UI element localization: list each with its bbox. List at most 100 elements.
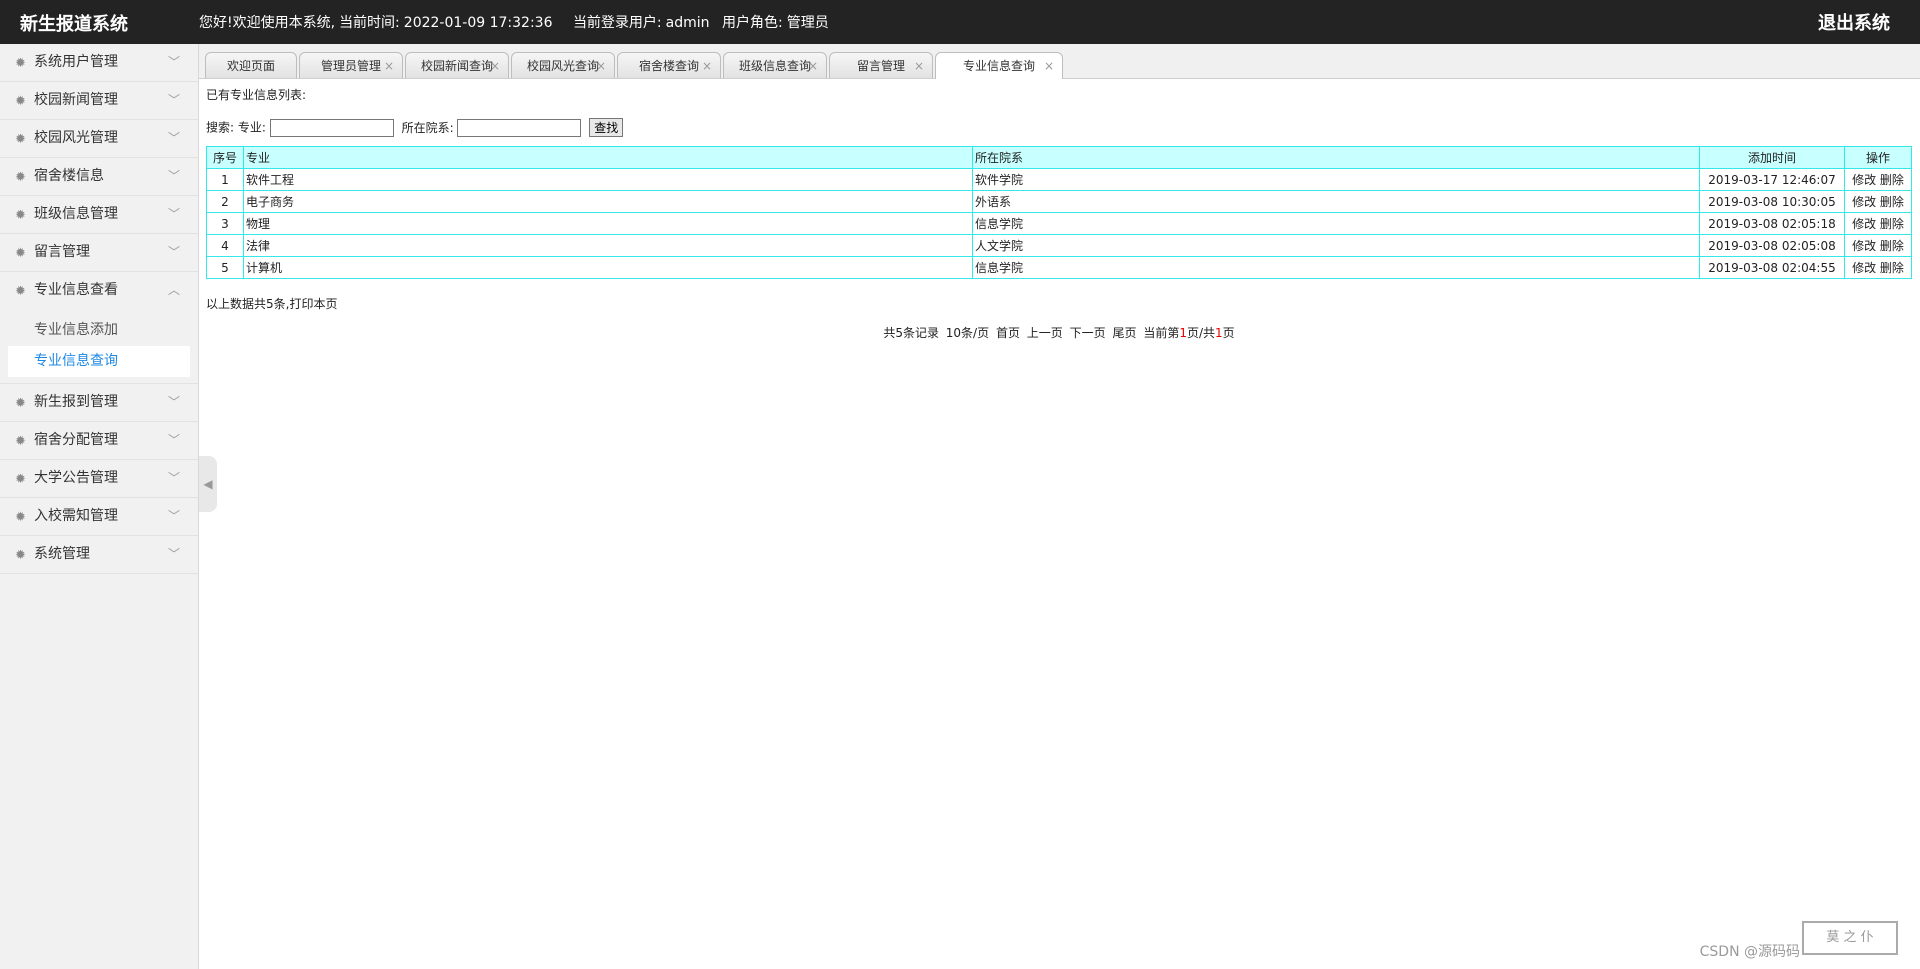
- greeting-text: 您好!欢迎使用本系统,: [199, 15, 336, 31]
- gear-icon: ✹: [15, 396, 26, 411]
- tab-major-query[interactable]: 专业信息查询 ×: [935, 52, 1063, 79]
- dept-label: 所在院系:: [401, 120, 454, 135]
- gear-icon: ✹: [15, 56, 26, 71]
- sidebar-item-label: 留言管理: [34, 244, 90, 260]
- gear-icon: ✹: [15, 284, 26, 299]
- first-page-link[interactable]: 首页: [996, 326, 1020, 340]
- sidebar-item-label: 系统管理: [34, 546, 90, 562]
- tab-label: 留言管理: [856, 59, 905, 73]
- sidebar-collapse-handle[interactable]: ◀: [199, 456, 217, 512]
- last-page-link[interactable]: 尾页: [1112, 326, 1136, 340]
- user-label: 当前登录用户:: [572, 15, 662, 31]
- csdn-watermark: CSDN @源码码: [1699, 944, 1800, 960]
- sidebar-item-class-info[interactable]: ✹ 班级信息管理 ﹀: [0, 196, 198, 234]
- close-icon[interactable]: ×: [808, 53, 818, 79]
- sidebar-item-label: 校园新闻管理: [34, 92, 118, 108]
- close-icon[interactable]: ×: [914, 53, 924, 79]
- search-button[interactable]: 查找: [589, 118, 624, 137]
- tab-label: 班级信息查询: [738, 59, 811, 73]
- delete-link[interactable]: 删除: [1880, 195, 1904, 209]
- tab-bar: 欢迎页面 管理员管理 × 校园新闻查询 × 校园风光查询 × 宿舍楼查询 × 班级信息查…: [199, 44, 1920, 79]
- edit-link[interactable]: 修改: [1852, 261, 1876, 275]
- sidebar-item-messages[interactable]: ✹ 留言管理 ﹀: [0, 234, 198, 272]
- tab-class-query[interactable]: 班级信息查询 ×: [723, 52, 827, 78]
- cell-dept: 软件学院: [972, 168, 1700, 191]
- tab-message-management[interactable]: 留言管理 ×: [829, 52, 933, 78]
- delete-link[interactable]: 删除: [1880, 173, 1904, 187]
- cell-no: 3: [206, 212, 244, 235]
- current-page: 1: [1179, 326, 1187, 340]
- gear-icon: ✹: [15, 510, 26, 525]
- user-value: admin: [665, 15, 710, 31]
- sidebar-item-major-info[interactable]: ✹ 专业信息查看 ︿: [0, 272, 198, 309]
- tab-admin-management[interactable]: 管理员管理 ×: [299, 52, 403, 78]
- per-page: 10条/页: [945, 326, 990, 340]
- prev-page-link[interactable]: 上一页: [1027, 326, 1063, 340]
- chevron-down-icon: ﹀: [167, 169, 180, 183]
- delete-link[interactable]: 删除: [1880, 217, 1904, 231]
- sidebar-item-dorm-assignment[interactable]: ✹ 宿舍分配管理 ﹀: [0, 422, 198, 460]
- sidebar-item-label: 系统用户管理: [34, 54, 118, 70]
- logout-button[interactable]: 退出系统: [1818, 9, 1890, 35]
- cell-major: 软件工程: [243, 168, 973, 191]
- edit-link[interactable]: 修改: [1852, 217, 1876, 231]
- sidebar-item-system-admin[interactable]: ✹ 系统管理 ﹀: [0, 536, 198, 574]
- tab-dorm-query[interactable]: 宿舍楼查询 ×: [617, 52, 721, 78]
- close-icon[interactable]: ×: [384, 53, 394, 79]
- major-label: 专业:: [237, 120, 266, 135]
- major-search-input[interactable]: [269, 118, 394, 137]
- sidebar-item-dorm-building[interactable]: ✹ 宿舍楼信息 ﹀: [0, 158, 198, 196]
- edit-link[interactable]: 修改: [1852, 173, 1876, 187]
- cell-no: 1: [206, 168, 244, 191]
- cell-operation: 修改 删除: [1844, 212, 1912, 235]
- sidebar-subitem-add-major[interactable]: 专业信息添加: [8, 315, 190, 346]
- chevron-down-icon: ﹀: [167, 547, 180, 561]
- dept-search-input[interactable]: [457, 118, 582, 137]
- sidebar-item-campus-news[interactable]: ✹ 校园新闻管理 ﹀: [0, 82, 198, 120]
- gear-icon: ✹: [15, 132, 26, 147]
- table-header-row: 序号 专业 所在院系 添加时间 操作: [206, 146, 1912, 169]
- close-icon[interactable]: ×: [1044, 53, 1054, 79]
- search-prefix: 搜索:: [206, 120, 235, 135]
- cell-dept: 外语系: [972, 190, 1700, 213]
- sidebar-item-label: 校园风光管理: [34, 130, 118, 146]
- cell-operation: 修改 删除: [1844, 234, 1912, 257]
- tab-label: 宿舍楼查询: [638, 59, 699, 73]
- sidebar-item-announcements[interactable]: ✹ 大学公告管理 ﹀: [0, 460, 198, 498]
- sidebar-item-admission-notes[interactable]: ✹ 入校需知管理 ﹀: [0, 498, 198, 536]
- close-icon[interactable]: ×: [490, 53, 500, 79]
- cell-major: 电子商务: [243, 190, 973, 213]
- cell-time: 2019-03-08 10:30:05: [1699, 190, 1845, 213]
- close-icon[interactable]: ×: [596, 53, 606, 79]
- page-indicator: 当前第1页/共1页: [1143, 326, 1234, 340]
- tab-news-query[interactable]: 校园新闻查询 ×: [405, 52, 509, 78]
- edit-link[interactable]: 修改: [1852, 195, 1876, 209]
- tab-welcome[interactable]: 欢迎页面: [205, 52, 297, 78]
- sidebar-subitem-query-major[interactable]: 专业信息查询: [8, 346, 190, 377]
- sidebar-item-campus-scenery[interactable]: ✹ 校园风光管理 ﹀: [0, 120, 198, 158]
- next-page-link[interactable]: 下一页: [1070, 326, 1106, 340]
- page-sep: 页/共: [1186, 326, 1216, 340]
- cell-no: 4: [206, 234, 244, 257]
- sidebar-item-label: 专业信息查看: [34, 282, 118, 298]
- sidebar-item-label: 宿舍分配管理: [34, 432, 118, 448]
- header-dept: 所在院系: [972, 146, 1700, 169]
- total-records: 共5条记录: [883, 326, 939, 340]
- delete-link[interactable]: 删除: [1880, 261, 1904, 275]
- tab-label: 校园新闻查询: [420, 59, 493, 73]
- role-label: 用户角色:: [721, 15, 783, 31]
- cell-time: 2019-03-17 12:46:07: [1699, 168, 1845, 191]
- tab-scenery-query[interactable]: 校园风光查询 ×: [511, 52, 615, 78]
- close-icon[interactable]: ×: [702, 53, 712, 79]
- table-row: 5 计算机 信息学院 2019-03-08 02:04:55 修改 删除: [206, 256, 1912, 279]
- sidebar-item-system-users[interactable]: ✹ 系统用户管理 ﹀: [0, 44, 198, 82]
- table-row: 3 物理 信息学院 2019-03-08 02:05:18 修改 删除: [206, 212, 1912, 235]
- page-prefix: 当前第: [1143, 326, 1180, 340]
- gear-icon: ✹: [15, 472, 26, 487]
- cell-time: 2019-03-08 02:04:55: [1699, 256, 1845, 279]
- delete-link[interactable]: 删除: [1880, 239, 1904, 253]
- total-pages: 1: [1215, 326, 1223, 340]
- sidebar-item-freshman-report[interactable]: ✹ 新生报到管理 ﹀: [0, 384, 198, 422]
- edit-link[interactable]: 修改: [1852, 239, 1876, 253]
- sidebar-item-label: 大学公告管理: [34, 470, 118, 486]
